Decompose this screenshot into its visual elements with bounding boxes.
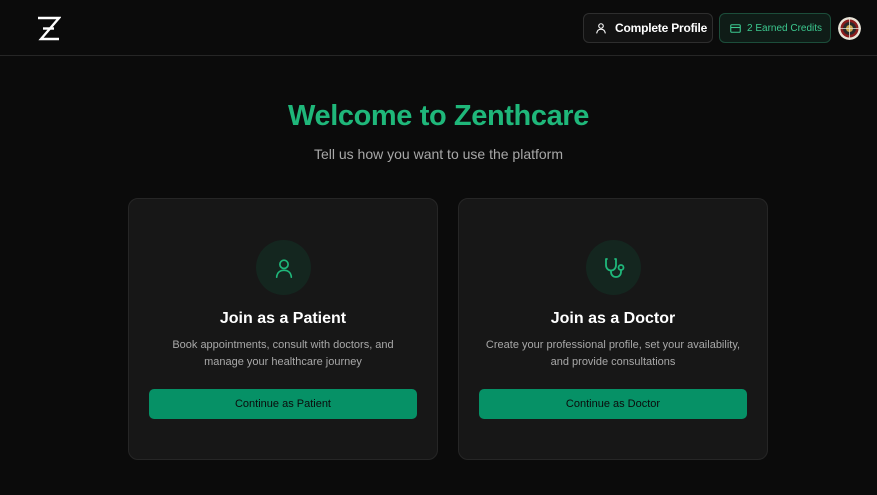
patient-role-card[interactable]: Join as a Patient Book appointments, con… bbox=[128, 198, 438, 460]
earned-credits-button[interactable]: 2 Earned Credits bbox=[719, 13, 831, 43]
patient-card-description: Book appointments, consult with doctors,… bbox=[172, 339, 394, 368]
continue-as-patient-button[interactable]: Continue as Patient bbox=[149, 389, 417, 419]
page-title: Welcome to Zenthcare bbox=[288, 100, 589, 132]
zenthcare-logo-icon[interactable] bbox=[36, 16, 62, 41]
page-subtitle: Tell us how you want to use the platform bbox=[313, 146, 564, 162]
continue-as-doctor-button[interactable]: Continue as Doctor bbox=[479, 389, 747, 419]
stethoscope-icon bbox=[586, 240, 641, 295]
patient-card-title: Join as a Patient bbox=[219, 310, 347, 327]
doctor-card-title: Join as a Doctor bbox=[550, 310, 676, 327]
user-avatar[interactable] bbox=[838, 17, 861, 40]
user-icon bbox=[596, 23, 606, 34]
user-icon bbox=[256, 240, 311, 295]
complete-profile-button[interactable]: Complete Profile bbox=[583, 13, 713, 43]
complete-profile-label: Complete Profile bbox=[615, 21, 708, 35]
doctor-role-card[interactable]: Join as a Doctor Create your professiona… bbox=[458, 198, 768, 460]
top-navbar: Complete Profile 2 Earned Credits bbox=[0, 0, 877, 56]
doctor-card-description: Create your professional profile, set yo… bbox=[485, 339, 741, 368]
credit-card-icon bbox=[730, 23, 741, 33]
earned-credits-label: 2 Earned Credits bbox=[747, 22, 823, 34]
